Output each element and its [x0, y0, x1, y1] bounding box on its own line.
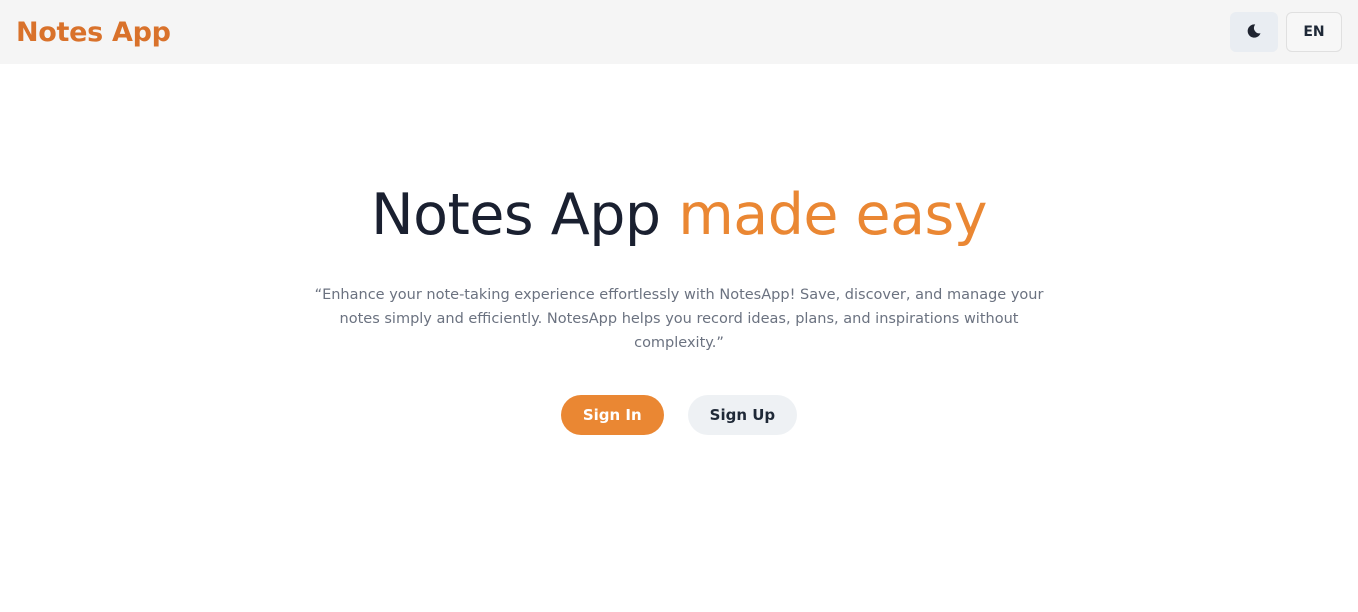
hero-title: Notes App made easy [371, 180, 987, 250]
hero-title-main: Notes App [371, 182, 661, 248]
theme-toggle-button[interactable] [1230, 12, 1278, 52]
sign-up-button[interactable]: Sign Up [687, 395, 798, 435]
sign-in-button[interactable]: Sign In [560, 395, 664, 435]
language-button[interactable]: EN [1286, 12, 1342, 52]
nav-actions: EN [1230, 12, 1342, 52]
brand-logo[interactable]: Notes App [16, 17, 171, 48]
hero-actions: Sign In Sign Up [560, 395, 798, 435]
hero-title-accent: made easy [678, 182, 987, 248]
navbar: Notes App EN [0, 0, 1358, 64]
moon-icon [1246, 23, 1262, 42]
hero-section: Notes App made easy “Enhance your note-t… [0, 64, 1358, 612]
hero-description: “Enhance your note-taking experience eff… [314, 287, 1044, 351]
